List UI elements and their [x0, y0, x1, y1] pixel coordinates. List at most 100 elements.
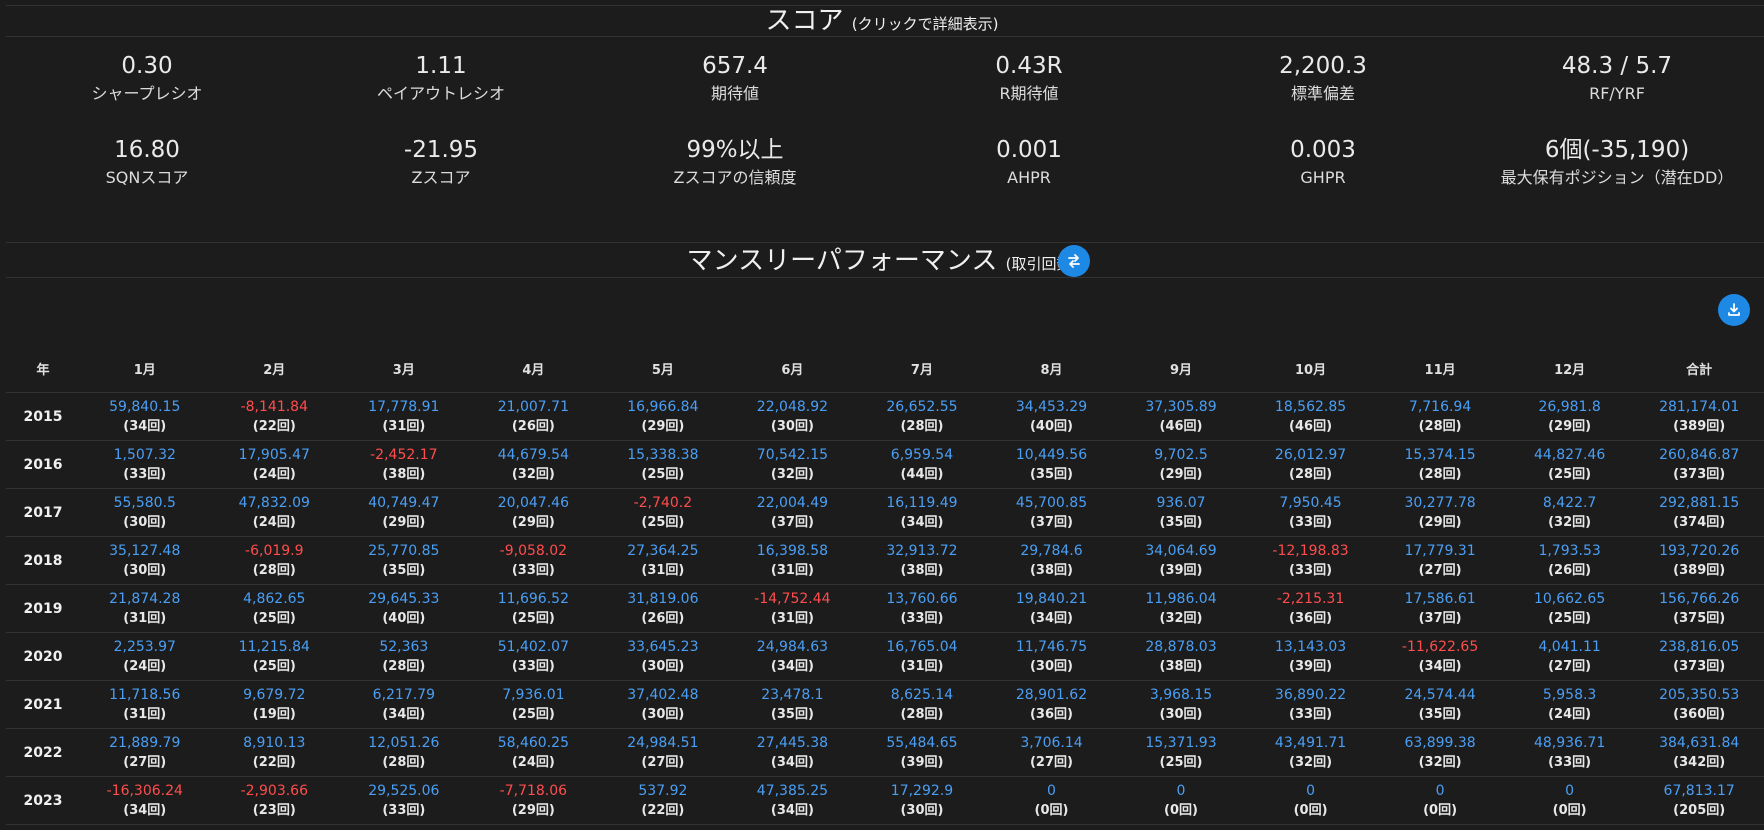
trade-count: (31回) [770, 562, 814, 578]
swap-display-button[interactable] [1058, 245, 1090, 277]
month-cell: 15,371.93 (25回) [1116, 728, 1246, 777]
profit-value: 27,364.25 [627, 542, 699, 559]
profit-value: -11,622.65 [1401, 638, 1479, 655]
score-metric[interactable]: -21.95 Zスコア [294, 130, 588, 200]
trade-count: (33回) [511, 658, 555, 674]
month-cell: 19,840.21 (34回) [986, 584, 1117, 633]
score-metric[interactable]: 0.30 シャープレシオ [0, 46, 294, 116]
month-cell: -2,903.66 (23回) [209, 776, 340, 825]
score-metric-value: 6個(-35,190) [1544, 137, 1690, 163]
month-cell: 48,936.71 (33回) [1504, 728, 1635, 777]
trade-count: (0回) [1293, 802, 1328, 818]
score-metric-label: ペイアウトレシオ [376, 84, 505, 103]
profit-value: 37,305.89 [1145, 398, 1217, 415]
score-metric[interactable]: 6個(-35,190) 最大保有ポジション（潜在DD） [1470, 130, 1764, 200]
score-metric[interactable]: 48.3 / 5.7 RF/YRF [1470, 46, 1764, 116]
trade-count: (34回) [900, 514, 944, 530]
month-cell: 6,959.54 (44回) [857, 440, 987, 489]
download-button[interactable] [1718, 294, 1750, 326]
score-metric-label: Zスコア [411, 168, 471, 187]
month-cell: 11,718.56 (31回) [80, 680, 210, 729]
month-cell: 55,484.65 (39回) [857, 728, 987, 777]
trade-count: (25回) [641, 466, 685, 482]
trade-count: (374回) [1673, 514, 1726, 530]
month-cell: 0 (0回) [986, 776, 1117, 825]
month-cell: 26,012.97 (28回) [1245, 440, 1376, 489]
month-cell: 0 (0回) [1116, 776, 1246, 825]
trade-count: (27回) [1029, 754, 1073, 770]
trade-count: (28回) [382, 754, 426, 770]
score-metric-value: 1.11 [415, 53, 467, 79]
trade-count: (0回) [1034, 802, 1069, 818]
year-cell: 2019 [6, 584, 80, 633]
trade-count: (25回) [1548, 610, 1592, 626]
trade-count: (373回) [1673, 466, 1726, 482]
trade-count: (29回) [1548, 418, 1592, 434]
month-cell: 11,986.04 (32回) [1116, 584, 1246, 633]
profit-value: 24,984.63 [756, 638, 829, 655]
profit-value: 8,910.13 [243, 734, 306, 751]
score-metric[interactable]: 2,200.3 標準偏差 [1176, 46, 1470, 116]
month-cell: 10,449.56 (35回) [986, 440, 1117, 489]
score-metric-label: GHPR [1300, 168, 1346, 187]
month-cell: 27,445.38 (34回) [727, 728, 858, 777]
trade-count: (24回) [1548, 706, 1592, 722]
month-cell: 32,913.72 (38回) [857, 536, 987, 585]
profit-value: 17,779.31 [1404, 542, 1476, 559]
profit-value: 44,827.46 [1533, 446, 1606, 463]
month-cell: 15,374.15 (28回) [1375, 440, 1505, 489]
score-metric-value: 0.43R [995, 53, 1063, 79]
profit-value: 5,958.3 [1542, 686, 1597, 703]
trade-count: (26回) [1548, 562, 1592, 578]
trade-count: (342回) [1673, 754, 1726, 770]
profit-value: 384,631.84 [1659, 734, 1740, 751]
trade-count: (27回) [1418, 562, 1462, 578]
trade-count: (39回) [1289, 658, 1333, 674]
monthly-title: マンスリーパフォーマンス [686, 246, 998, 276]
profit-value: 7,936.01 [502, 686, 565, 703]
table-row: 2017 55,580.5 (30回) 47,832.09 (24回) 40,749.47… [6, 488, 1764, 537]
table-header-row: 年 1月 2月 3月 4月 5月 6月 7月 8月 9月 10月 11月 12月 合計 [6, 344, 1764, 393]
profit-value: 29,645.33 [368, 590, 440, 607]
trade-count: (30回) [123, 514, 167, 530]
score-metric[interactable]: 99%以上 Zスコアの信頼度 [588, 130, 882, 200]
trade-count: (0回) [1552, 802, 1587, 818]
profit-value: 8,422.7 [1542, 494, 1597, 511]
profit-value: 2,253.97 [113, 638, 176, 655]
month-cell: 63,899.38 (32回) [1375, 728, 1505, 777]
trade-count: (33回) [1289, 514, 1333, 530]
score-metric[interactable]: 657.4 期待値 [588, 46, 882, 116]
month-cell: 58,460.25 (24回) [468, 728, 599, 777]
month-cell: 40,749.47 (29回) [339, 488, 469, 537]
column-header: 2月 [209, 344, 340, 393]
score-metric[interactable]: 1.11 ペイアウトレシオ [294, 46, 588, 116]
score-metric[interactable]: 0.43R R期待値 [882, 46, 1176, 116]
month-cell: 29,784.6 (38回) [986, 536, 1117, 585]
profit-value: 22,048.92 [756, 398, 829, 415]
profit-value: -6,019.9 [245, 542, 304, 559]
swap-icon [1068, 254, 1080, 268]
trade-count: (39回) [1159, 562, 1203, 578]
month-cell: 29,645.33 (40回) [339, 584, 469, 633]
month-cell: 205,350.53 (360回) [1634, 680, 1764, 729]
column-header: 5月 [598, 344, 728, 393]
profit-value: 6,959.54 [890, 446, 954, 463]
month-cell: 24,984.51 (27回) [598, 728, 728, 777]
trade-count: (39回) [900, 754, 944, 770]
trade-count: (31回) [770, 610, 814, 626]
profit-value: 936.07 [1156, 494, 1206, 511]
score-metric[interactable]: 0.001 AHPR [882, 130, 1176, 200]
score-metric[interactable]: 0.003 GHPR [1176, 130, 1470, 200]
month-cell: 384,631.84 (342回) [1634, 728, 1764, 777]
score-metric[interactable]: 16.80 SQNスコア [0, 130, 294, 200]
column-header: 11月 [1375, 344, 1505, 393]
score-grid: 0.30 シャープレシオ 1.11 ペイアウトレシオ 657.4 期待値 0.43R R期待値… [0, 46, 1764, 200]
trade-count: (32回) [511, 466, 555, 482]
month-cell: 238,816.05 (373回) [1634, 632, 1764, 681]
profit-value: 19,840.21 [1015, 590, 1088, 607]
profit-value: -9,058.02 [499, 542, 568, 559]
trade-count: (30回) [900, 802, 944, 818]
trade-count: (46回) [1159, 418, 1203, 434]
month-cell: 11,746.75 (30回) [986, 632, 1117, 681]
month-cell: -11,622.65 (34回) [1375, 632, 1505, 681]
